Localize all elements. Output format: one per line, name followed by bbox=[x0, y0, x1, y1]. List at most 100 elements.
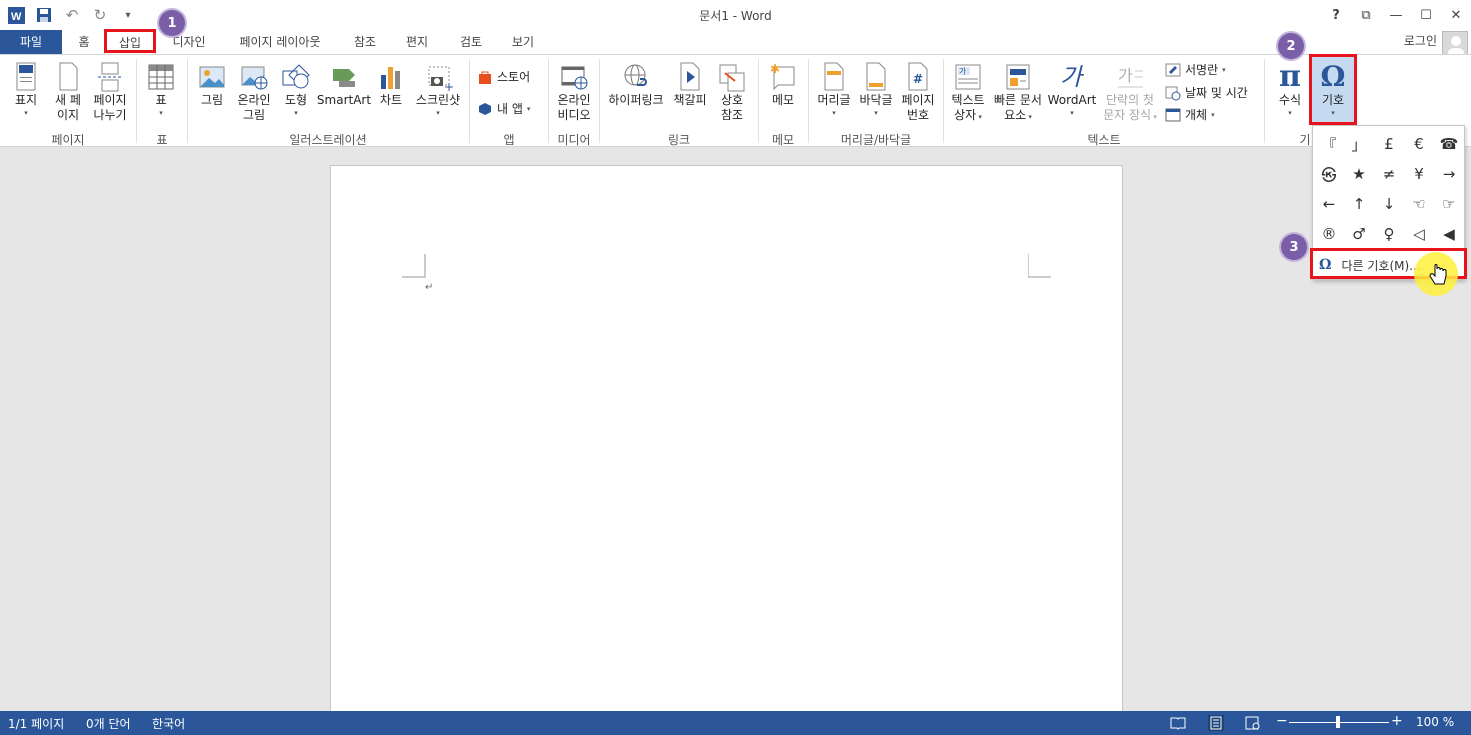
table-icon bbox=[148, 64, 174, 90]
text-box-button[interactable]: 가 텍스트 상자 ▾ bbox=[947, 61, 989, 123]
chart-label: 차트 bbox=[379, 93, 403, 107]
highlight-insert-tab bbox=[104, 29, 156, 53]
symbol-cell[interactable]: ☎ bbox=[1434, 129, 1464, 159]
page-number-label-1: 페이지 bbox=[901, 93, 935, 107]
wordart-button[interactable]: 가 WordArt ▾ bbox=[1046, 61, 1098, 118]
symbol-cell[interactable]: € bbox=[1404, 129, 1434, 159]
group-label-tables: 표 bbox=[156, 133, 168, 147]
drop-cap-button[interactable]: 가 단락의 첫 문자 장식 ▾ bbox=[1100, 61, 1160, 123]
page-count[interactable]: 1/1 페이지 bbox=[8, 715, 64, 732]
zoom-slider-thumb[interactable] bbox=[1336, 716, 1340, 728]
symbol-cell[interactable]: ☞ bbox=[1434, 189, 1464, 219]
bookmark-button[interactable]: 책갈피 bbox=[670, 61, 710, 108]
print-layout-icon[interactable] bbox=[1208, 715, 1224, 731]
help-icon[interactable]: ? bbox=[1321, 0, 1351, 30]
symbol-cell[interactable]: ¥ bbox=[1404, 159, 1434, 189]
object-icon bbox=[1165, 108, 1181, 121]
document-area[interactable]: ↵ bbox=[0, 148, 1471, 725]
smartart-button[interactable]: SmartArt bbox=[316, 61, 372, 108]
minimize-icon[interactable]: — bbox=[1381, 0, 1411, 30]
tab-home[interactable]: 홈 bbox=[68, 30, 100, 54]
my-apps-label: 내 앱 bbox=[497, 102, 523, 116]
object-button[interactable]: 개체 ▾ bbox=[1165, 106, 1215, 123]
svg-text:#: # bbox=[913, 72, 923, 86]
close-icon[interactable]: ✕ bbox=[1441, 0, 1471, 30]
bookmark-icon bbox=[680, 62, 700, 91]
page-break-icon bbox=[98, 62, 122, 92]
page-number-button[interactable]: # 페이지 번호 bbox=[898, 61, 938, 123]
zoom-out-button[interactable]: − bbox=[1276, 713, 1288, 729]
symbol-cell[interactable]: ♂ bbox=[1344, 219, 1374, 249]
equation-button[interactable]: π 수식 ▾ bbox=[1270, 61, 1310, 118]
blank-page-button[interactable]: 새 페 이지 bbox=[50, 61, 86, 123]
online-picture-label-2: 그림 bbox=[242, 108, 266, 122]
symbol-cell[interactable]: ◀ bbox=[1434, 219, 1464, 249]
word-count[interactable]: 0개 단어 bbox=[86, 715, 131, 732]
online-picture-icon bbox=[241, 66, 268, 90]
cover-page-button[interactable]: 표지 ▾ bbox=[8, 61, 44, 118]
tab-page-layout[interactable]: 페이지 레이아웃 bbox=[226, 30, 334, 54]
zoom-level[interactable]: 100 % bbox=[1416, 715, 1454, 729]
store-button[interactable]: 스토어 bbox=[477, 68, 530, 85]
new-comment-button[interactable]: ✱ 메모 bbox=[763, 61, 803, 108]
symbol-cell[interactable]: ㉿ bbox=[1314, 159, 1344, 189]
picture-icon bbox=[199, 66, 225, 88]
table-button[interactable]: 표 ▾ bbox=[144, 61, 178, 118]
hyperlink-button[interactable]: 하이퍼링크 bbox=[604, 61, 668, 108]
tab-references[interactable]: 참조 bbox=[344, 30, 386, 54]
step-badge-3: 3 bbox=[1281, 234, 1307, 260]
symbol-cell[interactable]: 『 bbox=[1314, 129, 1344, 159]
symbol-cell[interactable]: ← bbox=[1314, 189, 1344, 219]
drop-cap-label-2: 문자 장식 bbox=[1103, 108, 1152, 122]
shapes-button[interactable]: 도형 ▾ bbox=[278, 61, 314, 118]
symbol-cell[interactable]: ☜ bbox=[1404, 189, 1434, 219]
header-label: 머리글 bbox=[817, 93, 851, 107]
symbol-cell[interactable]: ≠ bbox=[1374, 159, 1404, 189]
date-time-button[interactable]: 날짜 및 시간 bbox=[1165, 84, 1248, 101]
page-break-button[interactable]: 페이지 나누기 bbox=[88, 61, 132, 123]
symbol-cell[interactable]: → bbox=[1434, 159, 1464, 189]
document-page[interactable]: ↵ bbox=[330, 165, 1123, 725]
header-button[interactable]: 머리글 ▾ bbox=[812, 61, 856, 118]
footer-label: 바닥글 bbox=[859, 93, 893, 107]
quick-parts-label-2: 요소 bbox=[1004, 108, 1027, 122]
sign-in-link[interactable]: 로그인 bbox=[1404, 30, 1437, 52]
web-layout-icon[interactable] bbox=[1245, 716, 1261, 730]
symbol-cell[interactable]: ↓ bbox=[1374, 189, 1404, 219]
shapes-label: 도형 bbox=[284, 93, 308, 107]
symbol-cell[interactable]: ® bbox=[1314, 219, 1344, 249]
signature-line-button[interactable]: 서명란 ▾ bbox=[1165, 61, 1226, 78]
my-apps-button[interactable]: 내 앱 ▾ bbox=[477, 100, 530, 117]
text-box-label-2: 상자 bbox=[954, 108, 977, 122]
symbol-cell[interactable]: ◁ bbox=[1404, 219, 1434, 249]
smartart-label: SmartArt bbox=[316, 93, 372, 107]
tab-mailings[interactable]: 편지 bbox=[396, 30, 438, 54]
page-number-icon: # bbox=[908, 62, 928, 91]
online-picture-button[interactable]: 온라인 그림 bbox=[234, 61, 274, 123]
quick-parts-button[interactable]: 빠른 문서 요소 ▾ bbox=[990, 61, 1046, 123]
zoom-in-button[interactable]: + bbox=[1391, 713, 1403, 729]
group-label-media: 미디어 bbox=[557, 133, 591, 147]
picture-button[interactable]: 그림 bbox=[194, 61, 230, 108]
chart-button[interactable]: 차트 bbox=[374, 61, 408, 108]
symbol-cell[interactable]: ♀ bbox=[1374, 219, 1404, 249]
status-bar: 1/1 페이지 0개 단어 한국어 − + 100 % bbox=[0, 711, 1471, 735]
maximize-icon[interactable]: ☐ bbox=[1411, 0, 1441, 30]
footer-button[interactable]: 바닥글 ▾ bbox=[856, 61, 896, 118]
ribbon-display-icon[interactable]: ⧉ bbox=[1351, 0, 1381, 30]
read-mode-icon[interactable] bbox=[1170, 716, 1186, 730]
symbol-cell[interactable]: £ bbox=[1374, 129, 1404, 159]
symbol-cell[interactable]: ↑ bbox=[1344, 189, 1374, 219]
tab-review[interactable]: 검토 bbox=[450, 30, 492, 54]
symbol-cell[interactable]: 」 bbox=[1344, 129, 1374, 159]
screenshot-button[interactable]: + 스크린샷 ▾ bbox=[412, 61, 464, 118]
language-indicator[interactable]: 한국어 bbox=[152, 715, 185, 732]
svg-text:가: 가 bbox=[959, 67, 967, 76]
symbol-cell[interactable]: ★ bbox=[1344, 159, 1374, 189]
tab-file[interactable]: 파일 bbox=[0, 30, 62, 54]
cross-reference-button[interactable]: 상호 참조 bbox=[712, 61, 752, 123]
page-number-label-2: 번호 bbox=[906, 108, 930, 122]
online-video-button[interactable]: 온라인 비디오 bbox=[554, 61, 594, 123]
tab-view[interactable]: 보기 bbox=[502, 30, 544, 54]
group-label-header-footer: 머리글/바닥글 bbox=[840, 133, 912, 147]
